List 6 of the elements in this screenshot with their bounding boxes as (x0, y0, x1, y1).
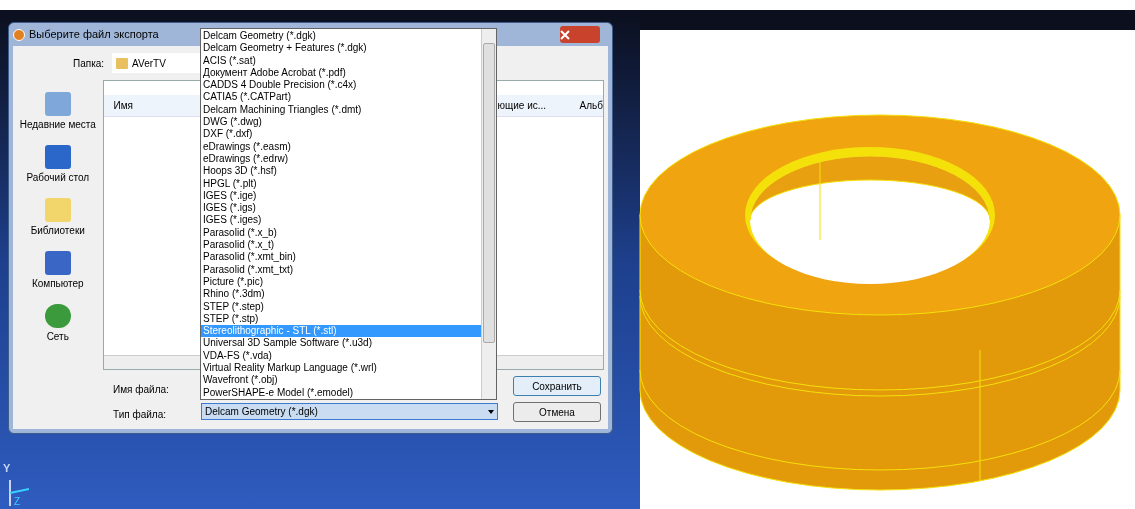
filetype-label: Тип файла: (113, 408, 166, 422)
axis-label: Y (3, 461, 11, 476)
folder-label: Папка: (73, 56, 105, 71)
window-title: Выберите файл экспорта (29, 27, 159, 43)
filename-label: Имя файла: (113, 383, 169, 397)
axis-label: Z (14, 495, 21, 509)
